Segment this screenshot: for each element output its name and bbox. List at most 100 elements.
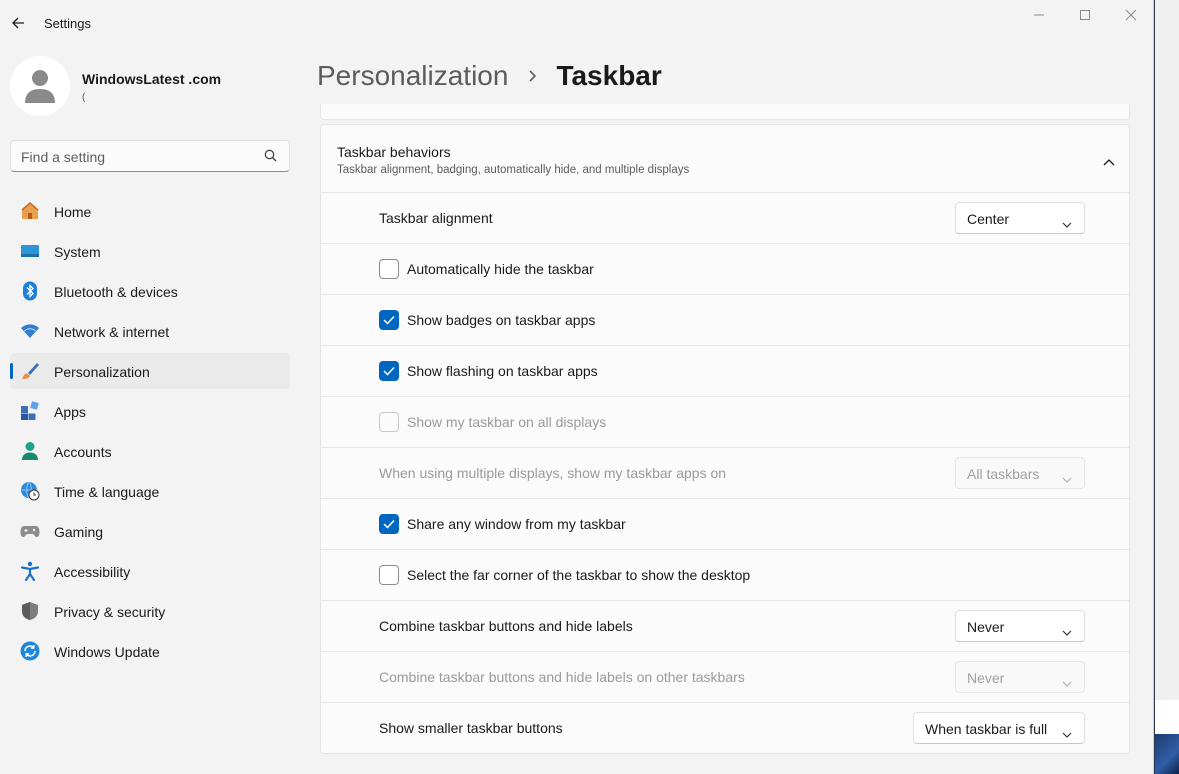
- search-input[interactable]: [21, 147, 251, 167]
- sidebar-item-label: Personalization: [54, 364, 150, 380]
- sidebar-item-accessibility[interactable]: Accessibility: [10, 553, 290, 589]
- dropdown-value: Never: [967, 619, 1005, 635]
- settings-window: Settings WindowsLatest .com ( Home: [0, 0, 1154, 774]
- accounts-icon: [20, 441, 40, 461]
- share-window-checkbox[interactable]: [379, 514, 399, 534]
- close-button[interactable]: [1108, 4, 1153, 26]
- sidebar-item-label: Gaming: [54, 524, 104, 540]
- taskbar-alignment-dropdown[interactable]: Center: [955, 202, 1085, 234]
- sidebar-item-accounts[interactable]: Accounts: [10, 433, 290, 469]
- sidebar-item-time-language[interactable]: Time & language: [10, 473, 290, 509]
- setting-row-flashing: Show flashing on taskbar apps: [321, 346, 1129, 397]
- multi-display-apps-dropdown[interactable]: All taskbars: [955, 457, 1085, 489]
- setting-label: Combine taskbar buttons and hide labels: [379, 618, 633, 634]
- checkbox-label: Automatically hide the taskbar: [407, 261, 594, 277]
- search-box[interactable]: [10, 140, 290, 172]
- taskbar-behaviors-section: Taskbar behaviors Taskbar alignment, bad…: [320, 124, 1130, 754]
- dropdown-value: Center: [967, 211, 1010, 227]
- checkmark-icon: [383, 315, 395, 325]
- combine-other-dropdown[interactable]: Never: [955, 661, 1085, 693]
- accessibility-icon: [20, 561, 40, 581]
- setting-label: Show smaller taskbar buttons: [379, 720, 563, 736]
- setting-row-far-corner: Select the far corner of the taskbar to …: [321, 550, 1129, 601]
- sidebar-item-personalization[interactable]: Personalization: [10, 353, 290, 389]
- all-displays-checkbox[interactable]: [379, 412, 399, 432]
- gamepad-icon: [20, 521, 40, 541]
- chevron-down-icon: [1062, 725, 1072, 743]
- maximize-button[interactable]: [1062, 4, 1108, 26]
- sidebar-item-label: Network & internet: [54, 324, 170, 340]
- sidebar-item-system[interactable]: System: [10, 233, 290, 269]
- setting-row-smaller-buttons: Show smaller taskbar buttons When taskba…: [321, 703, 1129, 754]
- sidebar-item-bluetooth[interactable]: Bluetooth & devices: [10, 273, 290, 309]
- auto-hide-checkbox[interactable]: [379, 259, 399, 279]
- sidebar-item-gaming[interactable]: Gaming: [10, 513, 290, 549]
- page-title: Taskbar: [556, 60, 662, 91]
- breadcrumb: Personalization Taskbar: [317, 56, 662, 96]
- checkmark-icon: [383, 519, 395, 529]
- update-icon: [20, 641, 40, 661]
- chevron-down-icon: [1062, 674, 1072, 692]
- user-name: WindowsLatest .com: [82, 71, 222, 87]
- setting-label: When using multiple displays, show my ta…: [379, 465, 727, 481]
- section-title: Taskbar behaviors: [337, 144, 451, 160]
- close-icon: [1125, 9, 1137, 21]
- home-icon: [20, 201, 40, 221]
- search-icon[interactable]: [264, 149, 277, 167]
- system-icon: [20, 241, 40, 261]
- checkbox-label: Show badges on taskbar apps: [407, 312, 596, 328]
- combine-buttons-dropdown[interactable]: Never: [955, 610, 1085, 642]
- sidebar-item-label: Windows Update: [54, 644, 160, 660]
- sidebar-item-label: Time & language: [54, 484, 160, 500]
- sidebar-item-apps[interactable]: Apps: [10, 393, 290, 429]
- maximize-icon: [1080, 10, 1090, 20]
- section-header[interactable]: Taskbar behaviors Taskbar alignment, bad…: [321, 125, 1129, 193]
- sidebar-item-windows-update[interactable]: Windows Update: [10, 633, 290, 669]
- sidebar-item-label: System: [54, 244, 101, 260]
- title-bar: Settings: [0, 0, 1153, 46]
- setting-row-auto-hide: Automatically hide the taskbar: [321, 244, 1129, 295]
- minimize-icon: [1034, 14, 1044, 16]
- dropdown-value: Never: [967, 670, 1005, 686]
- smaller-buttons-dropdown[interactable]: When taskbar is full: [913, 712, 1085, 744]
- chevron-up-icon[interactable]: [1103, 153, 1115, 171]
- setting-row-badges: Show badges on taskbar apps: [321, 295, 1129, 346]
- sidebar-item-label: Home: [54, 204, 92, 220]
- chevron-down-icon: [1062, 470, 1072, 488]
- setting-row-taskbar-alignment: Taskbar alignment Center: [321, 193, 1129, 244]
- chevron-right-icon: [528, 69, 538, 83]
- far-corner-checkbox[interactable]: [379, 565, 399, 585]
- badges-checkbox[interactable]: [379, 310, 399, 330]
- back-button[interactable]: [6, 12, 30, 34]
- desktop-background: [1155, 0, 1179, 774]
- shield-icon: [20, 601, 40, 621]
- chevron-down-icon: [1062, 623, 1072, 641]
- setting-label: Combine taskbar buttons and hide labels …: [379, 669, 745, 685]
- user-email: (: [82, 92, 86, 103]
- bluetooth-icon: [20, 281, 40, 301]
- user-icon: [25, 70, 55, 103]
- minimize-button[interactable]: [1016, 4, 1062, 26]
- desktop-wallpaper: [1155, 734, 1179, 774]
- sidebar-item-home[interactable]: Home: [10, 193, 290, 229]
- app-title: Settings: [44, 16, 91, 31]
- avatar[interactable]: [10, 56, 70, 116]
- sidebar-item-privacy[interactable]: Privacy & security: [10, 593, 290, 629]
- breadcrumb-parent[interactable]: Personalization: [317, 60, 508, 92]
- flashing-checkbox[interactable]: [379, 361, 399, 381]
- checkbox-label: Select the far corner of the taskbar to …: [407, 567, 751, 583]
- sidebar-item-network[interactable]: Network & internet: [10, 313, 290, 349]
- checkbox-label: Show flashing on taskbar apps: [407, 363, 598, 379]
- sidebar-item-label: Accessibility: [54, 564, 131, 580]
- setting-row-all-displays: Show my taskbar on all displays: [321, 397, 1129, 448]
- sidebar-item-label: Accounts: [54, 444, 112, 460]
- setting-label: Taskbar alignment: [379, 210, 493, 226]
- apps-icon: [20, 401, 40, 421]
- checkmark-icon: [383, 366, 395, 376]
- sidebar-item-label: Bluetooth & devices: [54, 284, 178, 300]
- sidebar-nav: Home System Bluetooth & devices Network …: [10, 193, 290, 673]
- setting-row-combine-other: Combine taskbar buttons and hide labels …: [321, 652, 1129, 703]
- checkbox-label: Share any window from my taskbar: [407, 516, 626, 532]
- setting-row-share-window: Share any window from my taskbar: [321, 499, 1129, 550]
- sidebar-item-label: Apps: [54, 404, 86, 420]
